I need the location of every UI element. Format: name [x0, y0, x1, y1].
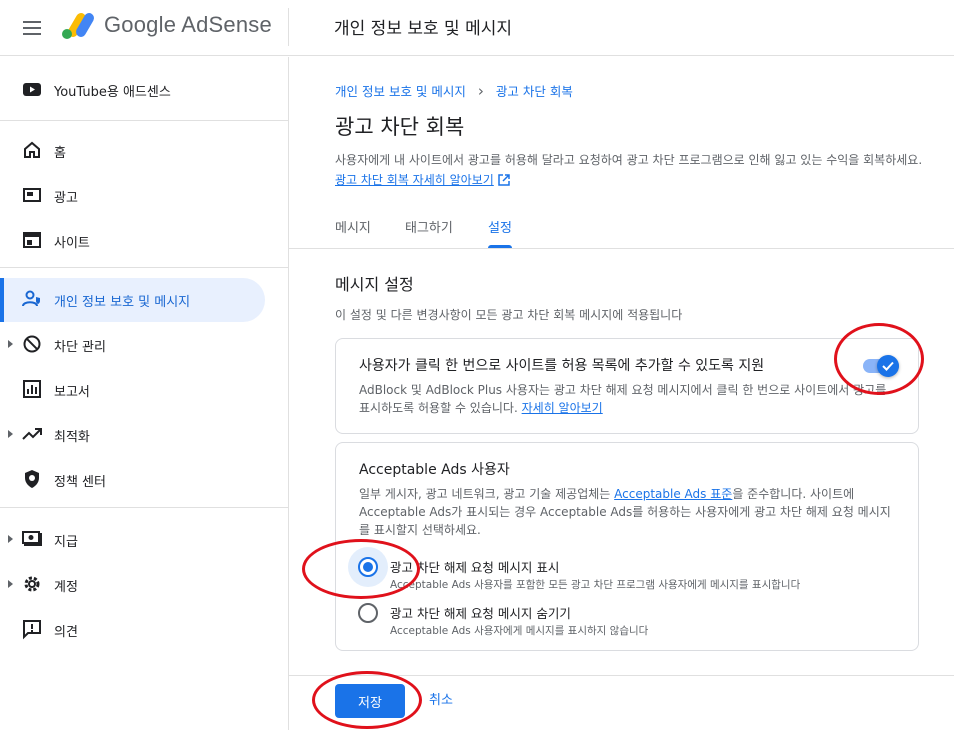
sidebar-divider: [0, 267, 288, 268]
section-description: 이 설정 및 다른 변경사항이 모든 광고 차단 회복 메시지에 적용됩니다: [335, 308, 683, 322]
allowlist-card: 사용자가 클릭 한 번으로 사이트를 허용 목록에 추가할 수 있도록 지원 A…: [335, 338, 919, 434]
expand-caret-icon[interactable]: [8, 430, 13, 438]
cancel-button[interactable]: 취소: [429, 684, 453, 718]
sidebar-item-youtube[interactable]: YouTube용 애드센스: [0, 68, 265, 112]
acceptable-ads-card: Acceptable Ads 사용자 일부 게시자, 광고 네트워크, 광고 기…: [335, 442, 919, 651]
active-indicator: [0, 278, 4, 322]
adsense-logo: [62, 13, 94, 39]
sidebar-item-ads[interactable]: 광고: [0, 174, 265, 218]
block-icon: [23, 335, 41, 353]
check-icon: [882, 361, 894, 371]
allowlist-learn-more-link[interactable]: 자세히 알아보기: [522, 401, 603, 415]
sidebar-item-label: 홈: [54, 145, 66, 161]
breadcrumb: 개인 정보 보호 및 메시지 › 광고 차단 회복: [335, 81, 573, 100]
sidebar-item-label: 계정: [54, 579, 78, 595]
allowlist-toggle[interactable]: [863, 355, 899, 377]
sidebar-item-label: 차단 관리: [54, 339, 106, 355]
sidebar-item-home[interactable]: 홈: [0, 129, 265, 173]
sites-icon: [23, 232, 41, 248]
tab-bar: 메시지 태그하기 설정: [289, 207, 954, 249]
radio-label: 광고 차단 해제 요청 메시지 숨기기: [390, 606, 571, 621]
allowlist-card-title: 사용자가 클릭 한 번으로 사이트를 허용 목록에 추가할 수 있도록 지원: [359, 358, 765, 374]
ads-icon: [23, 188, 41, 202]
sidebar-divider: [0, 120, 288, 121]
sidebar-item-label: 개인 정보 보호 및 메시지: [54, 294, 191, 310]
acceptable-ads-standard-link[interactable]: Acceptable Ads 표준: [614, 487, 732, 501]
sidebar-item-label: YouTube용 애드센스: [54, 84, 171, 100]
sidebar-item-label: 지급: [54, 534, 78, 550]
expand-caret-icon[interactable]: [8, 535, 13, 543]
sidebar-item-feedback[interactable]: 의견: [0, 608, 265, 652]
expand-caret-icon[interactable]: [8, 580, 13, 588]
chevron-right-icon: ›: [477, 81, 484, 100]
sidebar-item-label: 광고: [54, 190, 78, 206]
sidebar-item-label: 사이트: [54, 235, 90, 251]
acceptable-ads-card-title: Acceptable Ads 사용자: [359, 462, 510, 478]
radio-button-checked[interactable]: [358, 557, 378, 577]
feedback-icon: [23, 620, 41, 640]
acceptable-ads-desc-before: 일부 게시자, 광고 네트워크, 광고 기술 제공업체는: [359, 487, 611, 501]
sidebar-item-optimization[interactable]: 최적화: [0, 413, 265, 457]
save-button[interactable]: 저장: [335, 684, 405, 718]
sidebar-item-account[interactable]: 계정: [0, 563, 265, 607]
header-title: 개인 정보 보호 및 메시지: [334, 19, 513, 39]
sidebar-item-label: 최적화: [54, 429, 90, 445]
allowlist-card-description: AdBlock 및 AdBlock Plus 사용자는 광고 차단 해제 요청 …: [359, 381, 894, 417]
sidebar-item-label: 정책 센터: [54, 474, 106, 490]
toggle-knob: [877, 355, 899, 377]
sidebar: YouTube용 애드센스 홈 광고 사이트 개인 정보 보호 및 메시지 차단…: [0, 57, 289, 730]
sidebar-item-reports[interactable]: 보고서: [0, 368, 265, 412]
optimization-icon: [22, 428, 42, 440]
allowlist-card-description-text: AdBlock 및 AdBlock Plus 사용자는 광고 차단 해제 요청 …: [359, 383, 887, 415]
expand-caret-icon[interactable]: [8, 340, 13, 348]
acceptable-ads-card-description: 일부 게시자, 광고 네트워크, 광고 기술 제공업체는 Acceptable …: [359, 485, 899, 539]
header-divider: [288, 8, 289, 46]
tab-tagging[interactable]: 태그하기: [405, 217, 453, 236]
active-tab-indicator: [488, 245, 512, 248]
sidebar-divider: [0, 507, 288, 508]
breadcrumb-current-link[interactable]: 광고 차단 회복: [496, 81, 573, 100]
sidebar-item-label: 보고서: [54, 384, 90, 400]
learn-more-link[interactable]: 광고 차단 회복 자세히 알아보기: [335, 173, 494, 187]
sidebar-item-block-controls[interactable]: 차단 관리: [0, 323, 265, 367]
payments-icon: [22, 531, 42, 546]
external-link-icon: [498, 174, 510, 186]
sidebar-item-policy-center[interactable]: 정책 센터: [0, 458, 265, 502]
privacy-messaging-icon: [22, 290, 40, 307]
section-title: 메시지 설정: [335, 275, 414, 294]
radio-sublabel: Acceptable Ads 사용자에게 메시지를 표시하지 않습니다: [390, 625, 649, 637]
radio-show-message[interactable]: 광고 차단 해제 요청 메시지 표시 Acceptable Ads 사용자를 포…: [348, 547, 898, 595]
top-app-bar: Google AdSense 개인 정보 보호 및 메시지: [0, 0, 954, 56]
radio-button-unchecked[interactable]: [358, 603, 378, 623]
brand-name: Google AdSense: [104, 12, 272, 37]
tab-message[interactable]: 메시지: [335, 217, 371, 236]
gear-icon: [24, 576, 40, 592]
sidebar-item-label: 의견: [54, 624, 78, 640]
main-content: 개인 정보 보호 및 메시지 › 광고 차단 회복 광고 차단 회복 사용자에게…: [289, 57, 954, 730]
breadcrumb-parent-link[interactable]: 개인 정보 보호 및 메시지: [335, 81, 466, 100]
policy-shield-icon: [25, 470, 39, 488]
sidebar-item-privacy-messaging[interactable]: 개인 정보 보호 및 메시지: [0, 278, 265, 322]
page-description: 사용자에게 내 사이트에서 광고를 허용해 달라고 요청하여 광고 차단 프로그…: [335, 150, 925, 190]
radio-label: 광고 차단 해제 요청 메시지 표시: [390, 560, 560, 575]
footer-divider: [289, 675, 954, 676]
page-title: 광고 차단 회복: [335, 115, 465, 139]
sidebar-item-sites[interactable]: 사이트: [0, 219, 265, 263]
tab-settings[interactable]: 설정: [488, 217, 512, 236]
radio-hide-message[interactable]: 광고 차단 해제 요청 메시지 숨기기 Acceptable Ads 사용자에게…: [358, 601, 898, 641]
reports-icon: [23, 380, 41, 398]
page-description-text: 사용자에게 내 사이트에서 광고를 허용해 달라고 요청하여 광고 차단 프로그…: [335, 153, 923, 167]
radio-sublabel: Acceptable Ads 사용자를 포함한 모든 광고 차단 프로그램 사용…: [390, 579, 801, 591]
home-icon: [24, 141, 40, 158]
youtube-icon: [23, 83, 41, 96]
menu-icon[interactable]: [20, 16, 44, 40]
sidebar-item-payments[interactable]: 지급: [0, 518, 265, 562]
